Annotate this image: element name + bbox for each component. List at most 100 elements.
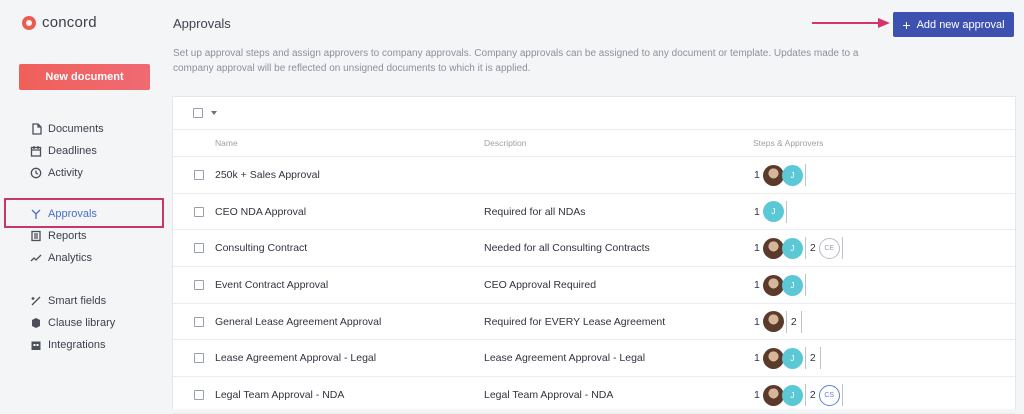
approval-name[interactable]: General Lease Agreement Approval [215, 316, 381, 328]
avatar-initials[interactable]: CE [818, 237, 840, 259]
table-header: Name Description Steps & Approvers [173, 130, 1015, 157]
analytics-icon [30, 252, 42, 264]
step-number: 1 [754, 242, 760, 255]
sidebar-item-approvals[interactable]: Approvals [0, 203, 162, 225]
integrations-icon [30, 339, 42, 351]
avatar-initials[interactable]: J [762, 201, 784, 223]
avatar-photo[interactable] [762, 164, 784, 186]
approval-name[interactable]: Lease Agreement Approval - Legal [215, 352, 376, 364]
step-approvers: J [762, 237, 806, 260]
step-approvers: J [762, 164, 806, 186]
select-all-checkbox[interactable] [193, 108, 203, 118]
plus-icon: + [902, 16, 911, 33]
steps-approvers: 1 J 2 CE [754, 236, 847, 260]
table-row[interactable]: General Lease Agreement Approval Required… [173, 304, 1015, 341]
avatar-initials[interactable]: J [781, 164, 803, 186]
avatar-photo[interactable] [762, 237, 784, 259]
approval-name[interactable]: Legal Team Approval - NDA [215, 389, 344, 401]
avatar-initials[interactable]: J [781, 274, 803, 296]
row-checkbox[interactable] [194, 316, 204, 327]
column-header-name[interactable]: Name [215, 138, 238, 148]
sidebar-item-analytics[interactable]: Analytics [0, 247, 162, 269]
step-approvers [762, 310, 787, 333]
sidebar-item-label: Clause library [48, 317, 116, 329]
step-number: 1 [754, 205, 760, 218]
approval-name[interactable]: Consulting Contract [215, 242, 307, 254]
step-approvers: J [762, 200, 787, 223]
row-checkbox[interactable] [194, 170, 204, 180]
new-document-button[interactable]: New document [19, 64, 150, 90]
step-number: 2 [809, 242, 816, 255]
approval-name[interactable]: Event Contract Approval [215, 279, 328, 291]
sidebar-item-activity[interactable]: Activity [0, 162, 162, 184]
approval-name[interactable]: CEO NDA Approval [215, 206, 306, 218]
steps-approvers: 1 J 2 CS [754, 383, 847, 407]
sidebar-item-label: Smart fields [48, 295, 107, 307]
avatar-photo[interactable] [762, 274, 784, 296]
row-checkbox[interactable] [194, 206, 204, 217]
approval-description: CEO Approval Required [484, 279, 597, 292]
sidebar-item-deadlines[interactable]: Deadlines [0, 140, 162, 162]
steps-approvers: 1J [754, 163, 810, 187]
concord-logo-icon [22, 15, 36, 30]
sidebar-item-label: Activity [48, 167, 83, 179]
step-approvers [799, 310, 802, 333]
step-approvers: CE [818, 237, 843, 260]
nav-group-tools: Smart fields Clause library Integrations [0, 290, 162, 356]
step-number: 1 [754, 315, 760, 328]
table-row[interactable]: Consulting Contract Needed for all Consul… [173, 230, 1015, 268]
row-checkbox[interactable] [194, 390, 204, 401]
avatar-initials[interactable]: CS [818, 384, 840, 406]
table-row[interactable]: Lease Agreement Approval - Legal Lease Ag… [173, 340, 1015, 378]
sidebar-item-clause-library[interactable]: Clause library [0, 312, 162, 334]
row-checkbox[interactable] [194, 243, 204, 254]
row-checkbox[interactable] [194, 280, 204, 291]
avatar-photo[interactable] [762, 347, 784, 369]
clock-icon [30, 167, 42, 179]
sidebar-item-label: Reports [48, 230, 87, 242]
approvals-table: Name Description Steps & Approvers 250k … [172, 96, 1016, 414]
approval-name[interactable]: 250k + Sales Approval [215, 169, 320, 181]
table-row[interactable]: CEO NDA Approval Required for all NDAs 1 J [173, 194, 1015, 231]
step-approvers: CS [818, 384, 843, 407]
step-approvers: J [762, 347, 806, 370]
add-new-approval-button[interactable]: + Add new approval [893, 12, 1014, 37]
page-description: Set up approval steps and assign approve… [173, 48, 859, 74]
sidebar-item-label: Integrations [48, 339, 106, 351]
avatar-initials[interactable]: J [781, 384, 803, 406]
steps-approvers: 1 J2 [754, 346, 825, 370]
table-row[interactable]: Legal Team Approval - NDA Legal Team Appr… [173, 377, 1015, 414]
app-name: concord [42, 14, 97, 31]
avatar-photo[interactable] [762, 311, 784, 333]
steps-approvers: 1J [754, 273, 810, 297]
step-number: 1 [754, 169, 760, 181]
clause-library-icon [30, 317, 42, 329]
sidebar-item-reports[interactable]: Reports [0, 225, 162, 247]
table-row[interactable]: 250k + Sales Approval 1 J [173, 157, 1015, 194]
row-checkbox[interactable] [194, 353, 204, 364]
step-number: 2 [809, 352, 816, 365]
avatar-initials[interactable]: J [781, 237, 803, 259]
approval-description: Required for EVERY Lease Agreement [484, 315, 666, 328]
avatar-photo[interactable] [762, 384, 784, 406]
reports-icon [30, 230, 42, 242]
sidebar-item-documents[interactable]: Documents [0, 118, 162, 140]
sidebar-item-integrations[interactable]: Integrations [0, 334, 162, 356]
sidebar-item-label: Analytics [48, 252, 93, 264]
avatar-initials[interactable]: J [781, 347, 803, 369]
sidebar-item-label: Documents [48, 123, 104, 135]
nav-group-documents: Documents Deadlines Activity [0, 118, 162, 184]
column-header-steps[interactable]: Steps & Approvers [753, 138, 823, 148]
steps-approvers: 12 [754, 310, 806, 334]
step-approvers [818, 347, 821, 370]
column-header-description[interactable]: Description [484, 138, 527, 148]
approval-description: Legal Team Approval - NDA [484, 389, 614, 402]
step-number: 2 [790, 315, 797, 328]
sidebar-item-smart-fields[interactable]: Smart fields [0, 290, 162, 312]
table-toolbar [173, 97, 1015, 130]
app-logo[interactable]: concord [22, 14, 97, 31]
approval-description: Required for all NDAs [484, 205, 586, 218]
table-row[interactable]: Event Contract Approval CEO Approval Requ… [173, 267, 1015, 304]
chevron-down-icon[interactable] [211, 111, 217, 115]
nav-group-approvals: Approvals Reports Analytics [0, 203, 162, 269]
